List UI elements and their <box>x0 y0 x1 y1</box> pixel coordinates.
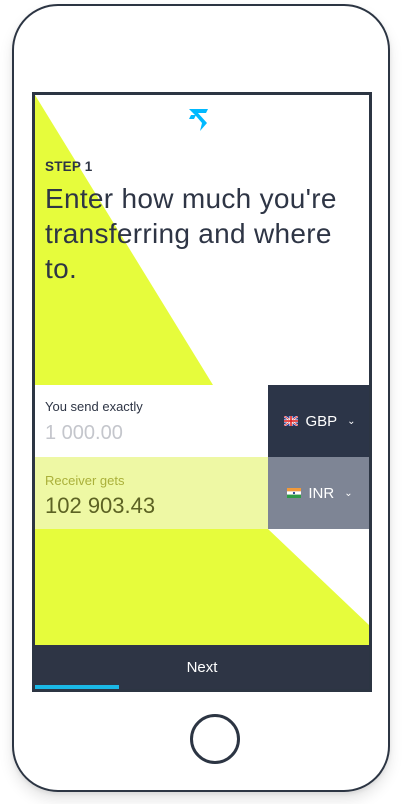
chevron-down-icon: ⌄ <box>347 415 356 427</box>
send-currency-code: GBP <box>305 412 338 430</box>
send-currency-select[interactable]: GBP ⌄ <box>268 385 369 457</box>
receive-currency-code: INR <box>308 484 335 502</box>
next-button-label: Next <box>186 658 218 676</box>
uk-flag-icon <box>284 416 299 426</box>
next-button[interactable]: Next <box>35 645 369 689</box>
receive-currency-select[interactable]: INR ⌄ <box>268 457 369 529</box>
bottom-shape <box>35 529 369 645</box>
app-screen: STEP 1 Enter how much you're transferrin… <box>32 92 372 692</box>
step-label: STEP 1 <box>45 159 93 174</box>
page-title: Enter how much you're transferring and w… <box>45 183 337 284</box>
receive-amount-value: 102 903.43 <box>45 493 156 518</box>
receive-amount-row: Receiver gets 102 903.43 <box>35 457 268 529</box>
receive-amount-label: Receiver gets <box>45 473 125 488</box>
progress-bar <box>35 685 119 689</box>
home-button[interactable] <box>190 714 240 764</box>
india-flag-icon <box>287 488 302 498</box>
send-amount-input[interactable] <box>45 419 245 447</box>
transferwise-flag-icon <box>189 109 208 131</box>
send-amount-label: You send exactly <box>45 399 143 414</box>
chevron-down-icon: ⌄ <box>344 487 353 499</box>
